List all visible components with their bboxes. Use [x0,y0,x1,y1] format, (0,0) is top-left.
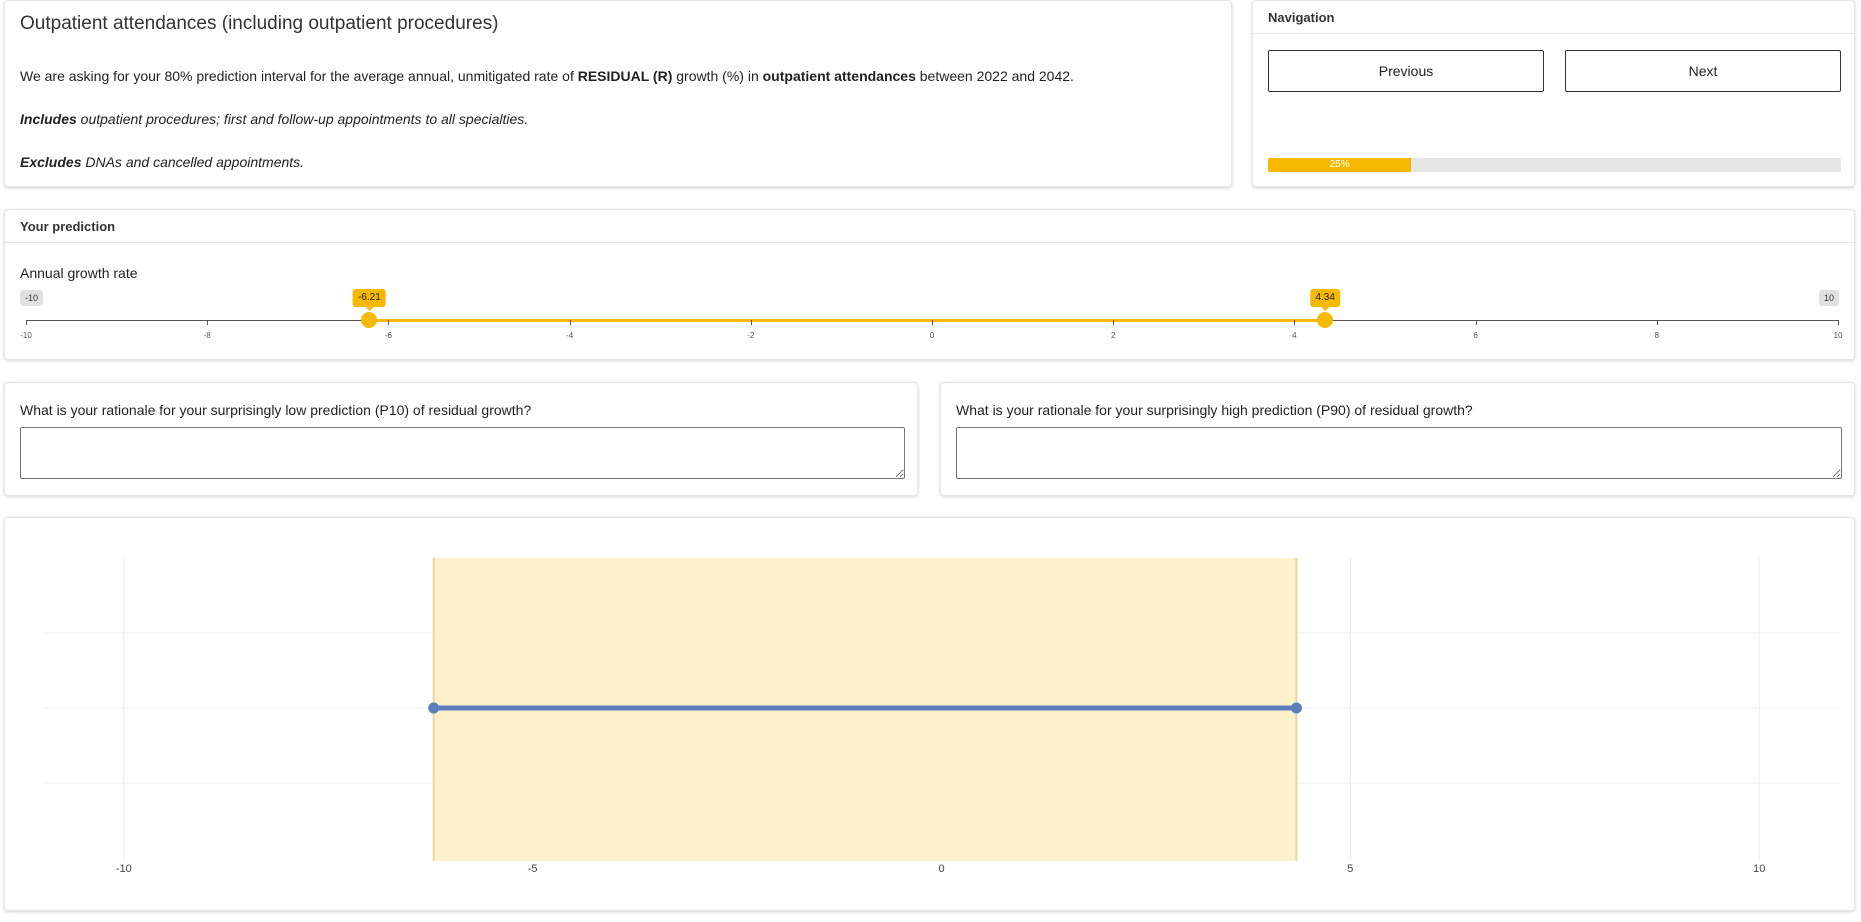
slider-tick [1294,320,1296,325]
high-rationale-card: What is your rationale for your surprisi… [940,382,1855,496]
slider-label: Annual growth rate [20,265,138,281]
high-slider-handle[interactable] [1317,312,1334,328]
slider-tick [750,320,752,325]
question-card: Outpatient attendances (including outpat… [4,0,1232,187]
slider-tick-label: -2 [747,331,755,340]
includes-text: outpatient procedures; first and follow-… [76,111,529,127]
slider-tick [207,320,209,325]
question-excludes: Excludes DNAs and cancelled appointments… [20,154,304,170]
previous-button[interactable]: Previous [1268,50,1544,92]
slider-min-badge: -10 [20,290,44,306]
slider-selected-range [369,319,1326,322]
high-value-badge: 4.34 [1310,289,1340,311]
slider-tick [1838,320,1839,325]
interval-high-point [1290,702,1302,714]
slider-tick-label: 0 [929,331,935,340]
excludes-label: Excludes [20,154,82,170]
low-rationale-label: What is your rationale for your surprisi… [20,402,532,418]
question-title: Outpatient attendances (including outpat… [20,13,499,34]
high-rationale-label: What is your rationale for your surprisi… [956,402,1473,418]
question-includes: Includes outpatient procedures; first an… [20,111,528,127]
includes-label: Includes [20,111,77,127]
interval-chart: -10 -5 0 5 10 [42,558,1841,875]
chart-card: -10 -5 0 5 10 [4,517,1855,911]
slider-tick-label: -6 [384,331,392,340]
chart-x-tick-label: 10 [1753,863,1765,875]
slider-max-badge: 10 [1818,290,1839,306]
progress-bar: 25% [1268,158,1841,172]
low-rationale-card: What is your rationale for your surprisi… [4,382,918,496]
slider-tick [388,320,390,325]
slider-tick-label: -8 [203,331,211,340]
interval-low-point [428,702,440,714]
navigation-header: Navigation [1253,1,1854,34]
excludes-text: DNAs and cancelled appointments. [81,154,305,170]
slider-tick-label: 4 [1292,331,1297,340]
next-button[interactable]: Next [1565,50,1841,92]
slider-tick [1656,320,1658,325]
question-description-post: between 2022 and 2042. [915,68,1074,84]
high-rationale-input[interactable] [956,427,1842,479]
slider-tick-label: -4 [566,331,574,340]
question-residual-label: RESIDUAL (R) [577,68,673,84]
chart-x-tick-label: -10 [116,863,132,875]
slider-tick [932,320,933,325]
chart-x-tick-label: -5 [528,863,538,875]
question-description-pre: We are asking for your 80% prediction in… [20,68,578,84]
slider-tick [1475,320,1477,325]
slider-tick-label: -10 [20,331,32,340]
slider-tick-label: 6 [1473,331,1478,340]
chart-x-tick-label: 5 [1347,863,1353,875]
chart-x-tick-label: 0 [938,863,944,875]
question-description-mid: growth (%) in [672,68,763,84]
question-metric-label: outpatient attendances [762,68,916,84]
navigation-card: Navigation Previous Next 25% [1252,0,1855,187]
low-value-badge: -6.21 [352,289,386,311]
progress-bar-fill: 25% [1268,158,1412,172]
question-description: We are asking for your 80% prediction in… [20,68,1074,84]
slider-tick-label: 2 [1110,331,1116,340]
slider-tick [569,320,571,325]
prediction-card: Your prediction Annual growth rate -10 1… [4,209,1855,360]
prediction-header: Your prediction [5,210,1854,243]
slider-tick [26,320,27,325]
slider-tick-label: 8 [1654,331,1660,340]
slider-tick-label: 10 [1833,331,1843,340]
slider-tick [1113,320,1115,325]
low-rationale-input[interactable] [20,427,905,479]
low-slider-handle[interactable] [361,312,378,328]
